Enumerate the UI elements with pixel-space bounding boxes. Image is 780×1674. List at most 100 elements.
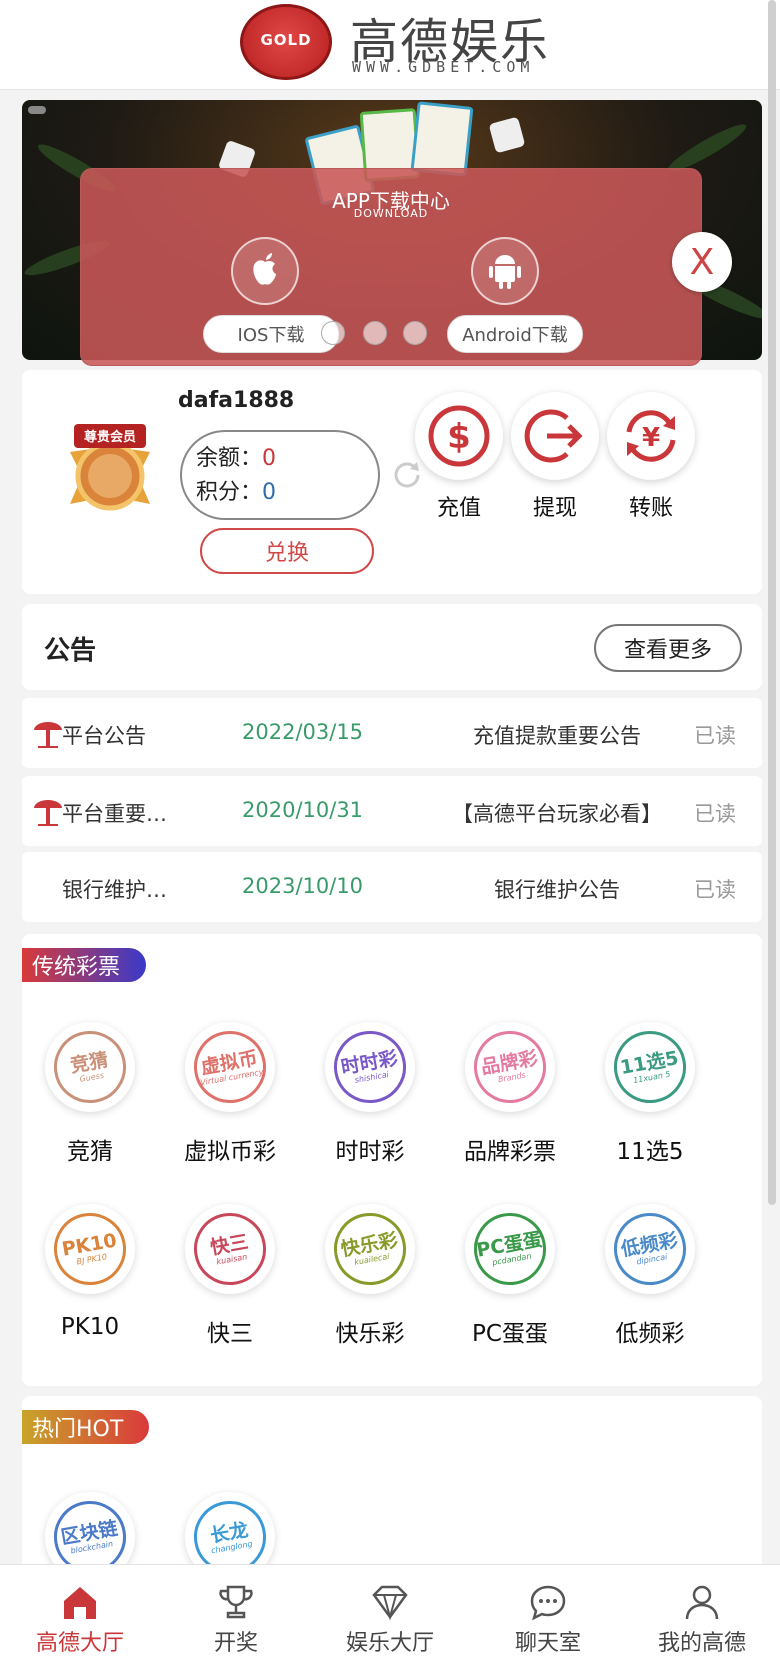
bottom-nav: 高德大厅 开奖 娱乐大厅 聊天室 我的高德: [0, 1564, 780, 1674]
game-tile[interactable]: 快乐彩 kuailecai 快乐彩: [300, 1204, 440, 1348]
banner-page-dot[interactable]: [403, 321, 427, 345]
notice-status: 已读: [694, 724, 736, 748]
game-logo-icon: 时时彩 shishicai: [325, 1022, 415, 1112]
close-download-button[interactable]: X: [672, 232, 732, 292]
notice-status: 已读: [694, 802, 736, 826]
game-tile[interactable]: 虚拟币 Virtual currency 虚拟币彩: [160, 1022, 300, 1166]
download-subtitle: DOWNLOAD: [353, 207, 429, 220]
game-logo-icon: 虚拟币 Virtual currency: [185, 1022, 275, 1112]
nav-label: 开奖: [213, 1631, 258, 1656]
recharge-label: 充值: [436, 496, 481, 521]
game-logo-icon: 低频彩 dipincai: [605, 1204, 695, 1294]
nav-label: 高德大厅: [35, 1631, 124, 1656]
android-icon[interactable]: [471, 237, 539, 305]
notice-status: 已读: [694, 878, 736, 902]
notice-type: 银行维护…: [62, 878, 167, 902]
notice-type: 平台重要…: [62, 802, 167, 826]
chat-icon: [530, 1585, 566, 1621]
banner-indicator: [28, 106, 46, 114]
dice-image: [488, 116, 526, 154]
app-header: GOLD 高德娱乐 WWW.GDBET.COM: [0, 0, 780, 90]
page-scrollbar[interactable]: [768, 0, 776, 1205]
notice-subject: 银行维护公告: [494, 878, 620, 902]
withdraw-button[interactable]: 提现: [510, 392, 600, 522]
android-download-button[interactable]: Android下载: [447, 315, 583, 353]
nav-item-chat[interactable]: 聊天室: [470, 1583, 626, 1657]
game-logo-ring: 品牌彩 Brands: [468, 1025, 552, 1109]
vip-medal-icon: 尊贵会员: [52, 418, 168, 530]
nav-item-home[interactable]: 高德大厅: [2, 1583, 158, 1657]
game-logo-ring: 时时彩 shishicai: [328, 1025, 412, 1109]
nav-item-lottery-results[interactable]: 开奖: [158, 1583, 314, 1657]
nav-label: 娱乐大厅: [345, 1631, 434, 1656]
notice-title: 公告: [44, 636, 97, 666]
nav-label: 我的高德: [657, 1631, 746, 1656]
game-logo-icon: 竞猜 Guess: [45, 1022, 135, 1112]
game-tile[interactable]: 低频彩 dipincai 低频彩: [580, 1204, 720, 1348]
game-tile[interactable]: 时时彩 shishicai 时时彩: [300, 1022, 440, 1166]
user-icon: [685, 1585, 719, 1620]
game-tile[interactable]: PC蛋蛋 pcdandan PC蛋蛋: [440, 1204, 580, 1348]
game-logo-ring: PK10 BJ PK10: [48, 1207, 132, 1291]
section-tag: 传统彩票: [22, 948, 147, 982]
notice-row[interactable]: 银行维护… 2023/10/10 银行维护公告 已读: [22, 852, 762, 922]
notice-date: 2023/10/10: [242, 874, 364, 898]
apple-icon[interactable]: [231, 237, 299, 305]
game-label: 快乐彩: [335, 1321, 405, 1347]
notice-row[interactable]: 平台重要… 2020/10/31 【高德平台玩家必看】 已读: [22, 776, 762, 846]
game-tile[interactable]: 竞猜 Guess 竞猜: [20, 1022, 160, 1166]
nav-item-profile[interactable]: 我的高德: [624, 1583, 780, 1657]
game-logo-ring: 快三 kuaisan: [188, 1207, 272, 1291]
user-card: 尊贵会员 dafa1888 余额：0 积分：0 兑换 $ 充值 提现 ¥ 转账: [22, 370, 762, 594]
mushroom-icon: [30, 794, 66, 830]
game-label: 低频彩: [615, 1321, 685, 1347]
exchange-button[interactable]: 兑换: [200, 528, 374, 574]
recharge-button[interactable]: $ 充值: [414, 392, 504, 522]
notice-header: 公告 查看更多: [22, 604, 762, 690]
banner-page-dot[interactable]: [363, 321, 387, 345]
game-logo-ring: 快乐彩 kuailecai: [328, 1207, 412, 1291]
game-tile[interactable]: 品牌彩 Brands 品牌彩票: [440, 1022, 580, 1166]
game-logo-ring: 竞猜 Guess: [48, 1025, 132, 1109]
banner-page-dot[interactable]: [321, 321, 345, 345]
transfer-button[interactable]: ¥ 转账: [606, 392, 696, 522]
balance-label: 余额：: [196, 446, 263, 471]
ios-download-button[interactable]: IOS下载: [203, 315, 339, 353]
game-logo-icon: PK10 BJ PK10: [45, 1204, 135, 1294]
game-tile[interactable]: 11选5 11xuan 5 11选5: [580, 1022, 720, 1166]
game-label: 竞猜: [67, 1139, 113, 1165]
game-logo-icon: 快乐彩 kuailecai: [325, 1204, 415, 1294]
game-label: PK10: [60, 1314, 120, 1340]
notice-subject: 充值提款重要公告: [473, 724, 641, 748]
svg-text:$: $: [447, 417, 471, 457]
home-icon: [64, 1587, 96, 1619]
game-logo-ring: PC蛋蛋 pcdandan: [468, 1207, 552, 1291]
notice-date: 2022/03/15: [242, 720, 364, 744]
notice-date: 2020/10/31: [242, 798, 364, 822]
game-logo-icon: 快三 kuaisan: [185, 1204, 275, 1294]
transfer-label: 转账: [628, 496, 673, 521]
game-label: 11选5: [616, 1139, 684, 1165]
game-tile[interactable]: 快三 kuaisan 快三: [160, 1204, 300, 1348]
vip-medal-label: 尊贵会员: [83, 430, 136, 445]
points-row: 积分：0: [196, 476, 364, 510]
game-logo-ring: 虚拟币 Virtual currency: [188, 1025, 272, 1109]
nav-item-entertainment[interactable]: 娱乐大厅: [312, 1583, 468, 1657]
game-label: 快三: [207, 1321, 253, 1347]
notice-row[interactable]: 平台公告 2022/03/15 充值提款重要公告 已读: [22, 698, 762, 768]
game-logo-icon: 品牌彩 Brands: [465, 1022, 555, 1112]
withdraw-label: 提现: [532, 496, 577, 521]
balance-value: 0: [262, 446, 277, 471]
withdraw-icon: [511, 392, 599, 480]
notice-subject: 【高德平台玩家必看】: [452, 802, 662, 826]
gold-logo: GOLD: [240, 4, 332, 80]
game-logo-ring: 低频彩 dipincai: [608, 1207, 692, 1291]
game-logo-ring: 11选5 11xuan 5: [608, 1025, 692, 1109]
app-download-panel: APP下载中心 DOWNLOAD IOS下载 Android下载: [80, 168, 702, 366]
game-tile[interactable]: PK10 BJ PK10 PK10: [20, 1204, 160, 1340]
game-label: 虚拟币彩: [184, 1139, 276, 1165]
balance-row: 余额：0: [196, 442, 364, 476]
game-label: PC蛋蛋: [472, 1321, 548, 1347]
view-more-button[interactable]: 查看更多: [594, 624, 742, 672]
trophy-icon: [219, 1585, 253, 1619]
